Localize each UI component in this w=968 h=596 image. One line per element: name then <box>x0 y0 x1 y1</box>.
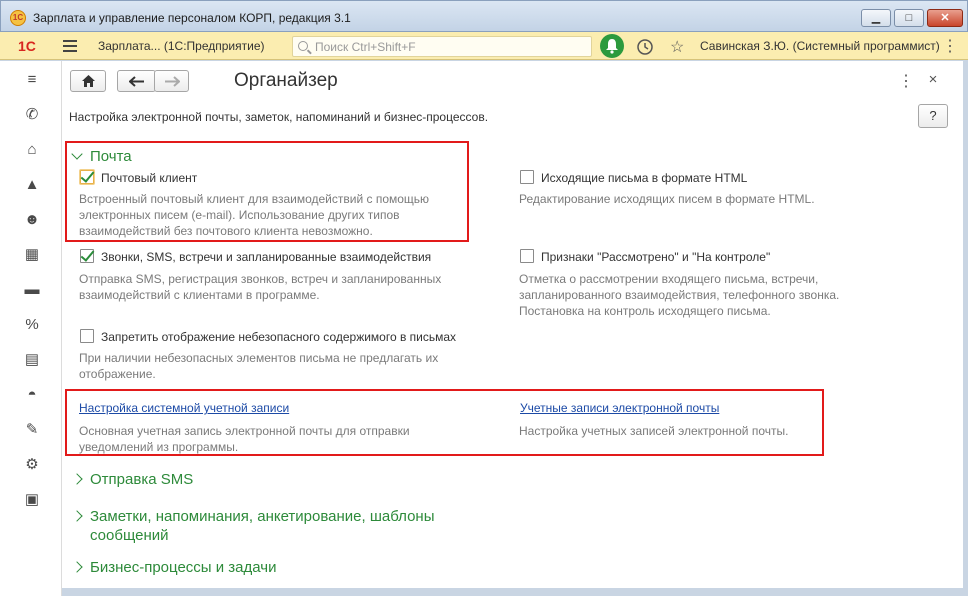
minimize-button[interactable]: ▁ <box>861 9 891 27</box>
id-card-icon[interactable]: ▣ <box>21 489 43 511</box>
home-button[interactable] <box>70 70 106 92</box>
chevron-right-icon <box>71 559 84 576</box>
forward-button[interactable] <box>154 70 189 92</box>
app-name: Зарплата... (1С:Предприятие) <box>98 39 265 53</box>
window-title: Зарплата и управление персоналом КОРП, р… <box>33 11 351 25</box>
phone-icon[interactable]: ✆ <box>21 104 43 126</box>
group-notes-label: Заметки, напоминания, анкетирование, шаб… <box>90 508 435 525</box>
top-toolbar: 1С Зарплата... (1С:Предприятие) Поиск Ct… <box>0 32 968 60</box>
wrench-icon[interactable]: ✎ <box>21 419 43 441</box>
calculator-icon[interactable]: ▦ <box>21 244 43 266</box>
page-title: Органайзер <box>234 70 338 91</box>
close-form-icon[interactable]: × <box>926 71 940 88</box>
highlight-mail-client <box>65 141 469 242</box>
reviewed-desc: Отметка о рассмотрении входящего письма,… <box>519 272 840 318</box>
search-input[interactable]: Поиск Ctrl+Shift+F <box>292 36 592 57</box>
group-notes-label-continued: сообщений <box>90 527 169 544</box>
calls-checkbox[interactable] <box>80 249 94 263</box>
html-letters-label[interactable]: Исходящие письма в формате HTML <box>541 171 747 185</box>
back-button[interactable] <box>117 70 156 92</box>
home-icon <box>82 75 95 87</box>
sections-sidebar: ≡ ✆ ⌂ ▲ ☻ ▦ ▬ % ▤ ◓ ✎ ⚙ ▣ <box>0 61 62 596</box>
html-letters-desc: Редактирование исходящих писем в формате… <box>519 192 815 206</box>
arrow-right-icon <box>165 76 180 87</box>
calls-desc: Отправка SMS, регистрация звонков, встре… <box>79 272 442 302</box>
helmet-icon[interactable]: ◓ <box>21 384 43 406</box>
html-letters-checkbox[interactable] <box>520 170 534 184</box>
unsafe-content-checkbox[interactable] <box>80 329 94 343</box>
window-title-bar: 1С Зарплата и управление персоналом КОРП… <box>0 0 968 32</box>
chevron-right-icon <box>71 507 84 526</box>
group-sms-header[interactable]: Отправка SMS <box>71 471 194 488</box>
favorites-star-icon[interactable]: ☆ <box>670 37 684 57</box>
reviewed-checkbox[interactable] <box>520 249 534 263</box>
gear-icon[interactable]: ⚙ <box>21 454 43 476</box>
documents-icon[interactable]: ▤ <box>21 349 43 371</box>
reviewed-label[interactable]: Признаки "Рассмотрено" и "На контроле" <box>541 250 770 264</box>
group-bp-header[interactable]: Бизнес-процессы и задачи <box>71 559 277 576</box>
gift-icon[interactable]: ⌂ <box>21 139 43 161</box>
card-icon[interactable]: ▬ <box>21 279 43 301</box>
form-more-icon[interactable]: ⋮ <box>898 71 914 91</box>
app-logo-icon: 1С <box>10 10 26 26</box>
menu-list-icon[interactable]: ≡ <box>21 69 43 91</box>
percent-icon[interactable]: % <box>21 314 43 336</box>
search-placeholder: Поиск Ctrl+Shift+F <box>315 40 416 54</box>
arrow-left-icon <box>129 76 144 87</box>
unsafe-content-label[interactable]: Запретить отображение небезопасного соде… <box>101 330 456 344</box>
logo-1c: 1С <box>18 38 36 54</box>
graduation-cap-icon[interactable]: ▲ <box>21 174 43 196</box>
group-notes-header[interactable]: Заметки, напоминания, анкетирование, шаб… <box>71 507 435 545</box>
group-bp-label: Бизнес-процессы и задачи <box>90 559 277 576</box>
people-icon[interactable]: ☻ <box>21 209 43 231</box>
search-icon <box>298 41 308 51</box>
group-sms-label: Отправка SMS <box>90 471 194 488</box>
close-window-button[interactable]: ✕ <box>927 9 963 27</box>
unsafe-content-desc: При наличии небезопасных элементов письм… <box>79 351 439 381</box>
notifications-bell-icon[interactable] <box>600 34 624 58</box>
help-button[interactable]: ? <box>918 104 948 128</box>
chevron-right-icon <box>71 471 84 488</box>
history-icon[interactable] <box>636 38 654 59</box>
form-description: Настройка электронной почты, заметок, на… <box>69 110 489 124</box>
calls-label[interactable]: Звонки, SMS, встречи и запланированные в… <box>101 250 431 264</box>
maximize-button[interactable]: □ <box>894 9 924 27</box>
highlight-accounts <box>65 389 824 456</box>
main-menu-icon[interactable] <box>63 40 77 52</box>
toolbar-more-icon[interactable]: ⋮ <box>942 36 958 56</box>
current-user[interactable]: Савинская З.Ю. (Системный программист) <box>700 39 940 53</box>
